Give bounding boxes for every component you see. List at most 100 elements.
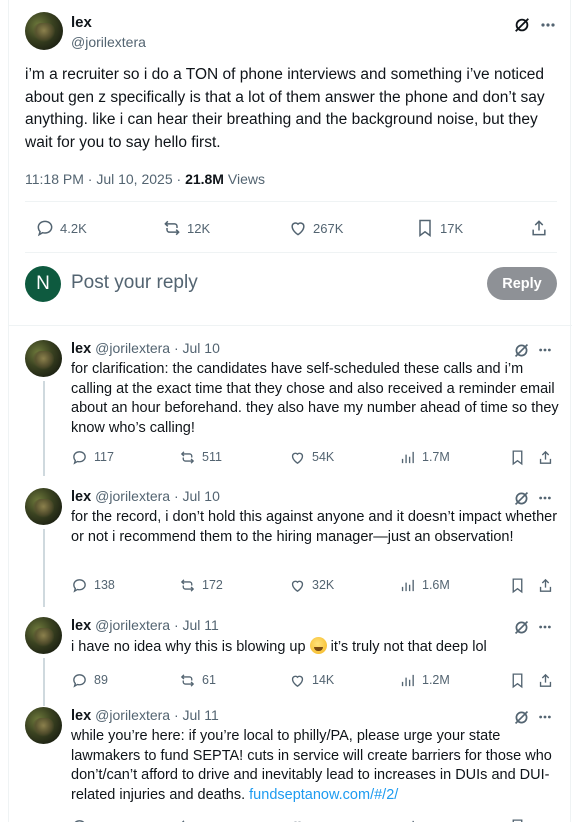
reply-icon [73,450,86,465]
reply-action[interactable]: 138 [71,574,115,596]
grok-icon[interactable] [511,617,531,637]
bookmark-action[interactable] [509,815,526,822]
thread-reply[interactable]: lex @jorilextera · Jul 10 for the record,… [9,488,572,607]
post-text: i’m a recruiter so i do a TON of phone i… [25,66,545,151]
views-action[interactable]: 1.6M [399,574,450,596]
share-icon [539,450,552,464]
author-handle[interactable]: @jorilextera [95,617,170,633]
reply-action[interactable]: 4.2K [35,213,87,243]
repost-icon [180,673,195,687]
reply-date[interactable]: · Jul 10 [170,340,220,356]
repost-icon [181,819,191,822]
reply-text: while you’re here: if you’re local to ph… [71,727,559,805]
reply-actions [71,815,559,822]
reply-actions: 138 172 32K 1.6M [71,574,559,596]
avatar[interactable] [25,488,62,525]
share-action[interactable] [537,669,554,691]
analytics-icon [401,674,414,686]
grok-icon[interactable] [511,14,533,36]
avatar[interactable] [25,617,62,654]
reply-header: lex @jorilextera · Jul 11 [71,707,219,724]
reply-icon [37,220,53,237]
bookmark-action[interactable] [509,574,526,596]
author-handle[interactable]: @jorilextera [71,34,146,50]
fundseptanow-link[interactable]: fundseptanow.com/#/2/ [249,787,398,803]
share-action[interactable] [537,574,554,596]
view-count: 1.7M [422,450,450,464]
repost-count: 61 [202,673,216,687]
divider [9,325,572,326]
post-meta: 11:18 PM · Jul 10, 2025 · 21.8M Views [25,171,265,187]
thread-reply[interactable]: lex @jorilextera · Jul 10 for clarificati… [9,340,572,476]
more-options-icon[interactable] [535,617,555,637]
reply-date[interactable]: · Jul 11 [170,617,219,633]
like-action[interactable] [289,815,306,822]
view-count: 21.8M [185,171,224,187]
bookmark-action[interactable] [509,669,526,691]
repost-count: 172 [202,578,223,592]
more-options-icon[interactable] [535,340,555,360]
reply-date[interactable]: · Jul 11 [170,707,219,723]
grok-icon[interactable] [511,488,531,508]
repost-action[interactable]: 172 [179,574,223,596]
like-action[interactable]: 14K [289,669,334,691]
author-handle[interactable]: @jorilextera [95,707,170,723]
reply-action[interactable] [71,815,88,822]
views-action[interactable]: 1.2M [399,669,450,691]
like-action[interactable]: 267K [288,213,343,243]
like-action[interactable]: 32K [289,574,334,596]
repost-action[interactable] [179,815,196,822]
reply-action[interactable]: 117 [71,446,114,468]
post-time[interactable]: 11:18 PM · Jul 10, 2025 · [25,171,185,187]
reply-action[interactable]: 89 [71,669,108,691]
main-post-header: lex @jorilextera [25,12,555,52]
author-name[interactable]: lex [71,341,91,357]
repost-action[interactable]: 61 [179,669,216,691]
reply-count: 4.2K [60,220,87,236]
grok-icon[interactable] [511,340,531,360]
like-count: 32K [312,578,335,592]
avatar[interactable] [25,707,62,744]
heart-icon [291,675,304,687]
author-name[interactable]: lex [71,14,92,31]
bookmark-icon [512,577,523,593]
share-action[interactable] [529,213,549,243]
like-count: 267K [313,220,344,236]
more-options-icon[interactable] [535,488,555,508]
reply-date[interactable]: · Jul 10 [170,488,220,504]
grok-icon[interactable] [511,707,531,727]
author-handle[interactable]: @jorilextera [95,340,170,356]
reply-input[interactable]: Post your reply [71,272,198,294]
thread-reply[interactable]: lex @jorilextera · Jul 11 i have no idea … [9,617,572,706]
bookmark-count: 17K [440,220,464,236]
reply-text-end: it’s truly not that deep lol [326,639,487,655]
like-action[interactable]: 54K [289,446,334,468]
views-action[interactable] [399,815,416,822]
author-name[interactable]: lex [71,489,91,505]
share-action[interactable] [537,446,554,468]
repost-count: 511 [202,450,222,464]
avatar[interactable] [25,12,63,50]
repost-action[interactable]: 12K [162,213,210,243]
thread-reply[interactable]: lex @jorilextera · Jul 11 while you’re he… [9,707,572,822]
reply-text-start: i have no idea why this is blowing up [71,639,310,655]
author-name[interactable]: lex [71,708,91,724]
repost-icon [180,578,195,592]
reply-button[interactable]: Reply [487,267,557,300]
bookmark-action[interactable]: 17K [415,213,463,243]
bookmark-icon [512,672,523,688]
bookmark-action[interactable] [509,446,526,468]
avatar[interactable] [25,340,62,377]
views-action[interactable]: 1.7M [399,446,450,468]
author-name[interactable]: lex [71,618,91,634]
view-count: 1.2M [422,673,450,687]
repost-action[interactable]: 511 [179,446,222,468]
user-avatar[interactable]: N [25,266,61,302]
more-options-icon[interactable] [535,707,555,727]
more-options-icon[interactable] [537,14,559,36]
reply-count: 138 [94,578,115,592]
repost-icon [180,450,195,464]
bookmark-icon [512,818,523,822]
bookmark-icon [512,449,523,465]
author-handle[interactable]: @jorilextera [95,488,170,504]
